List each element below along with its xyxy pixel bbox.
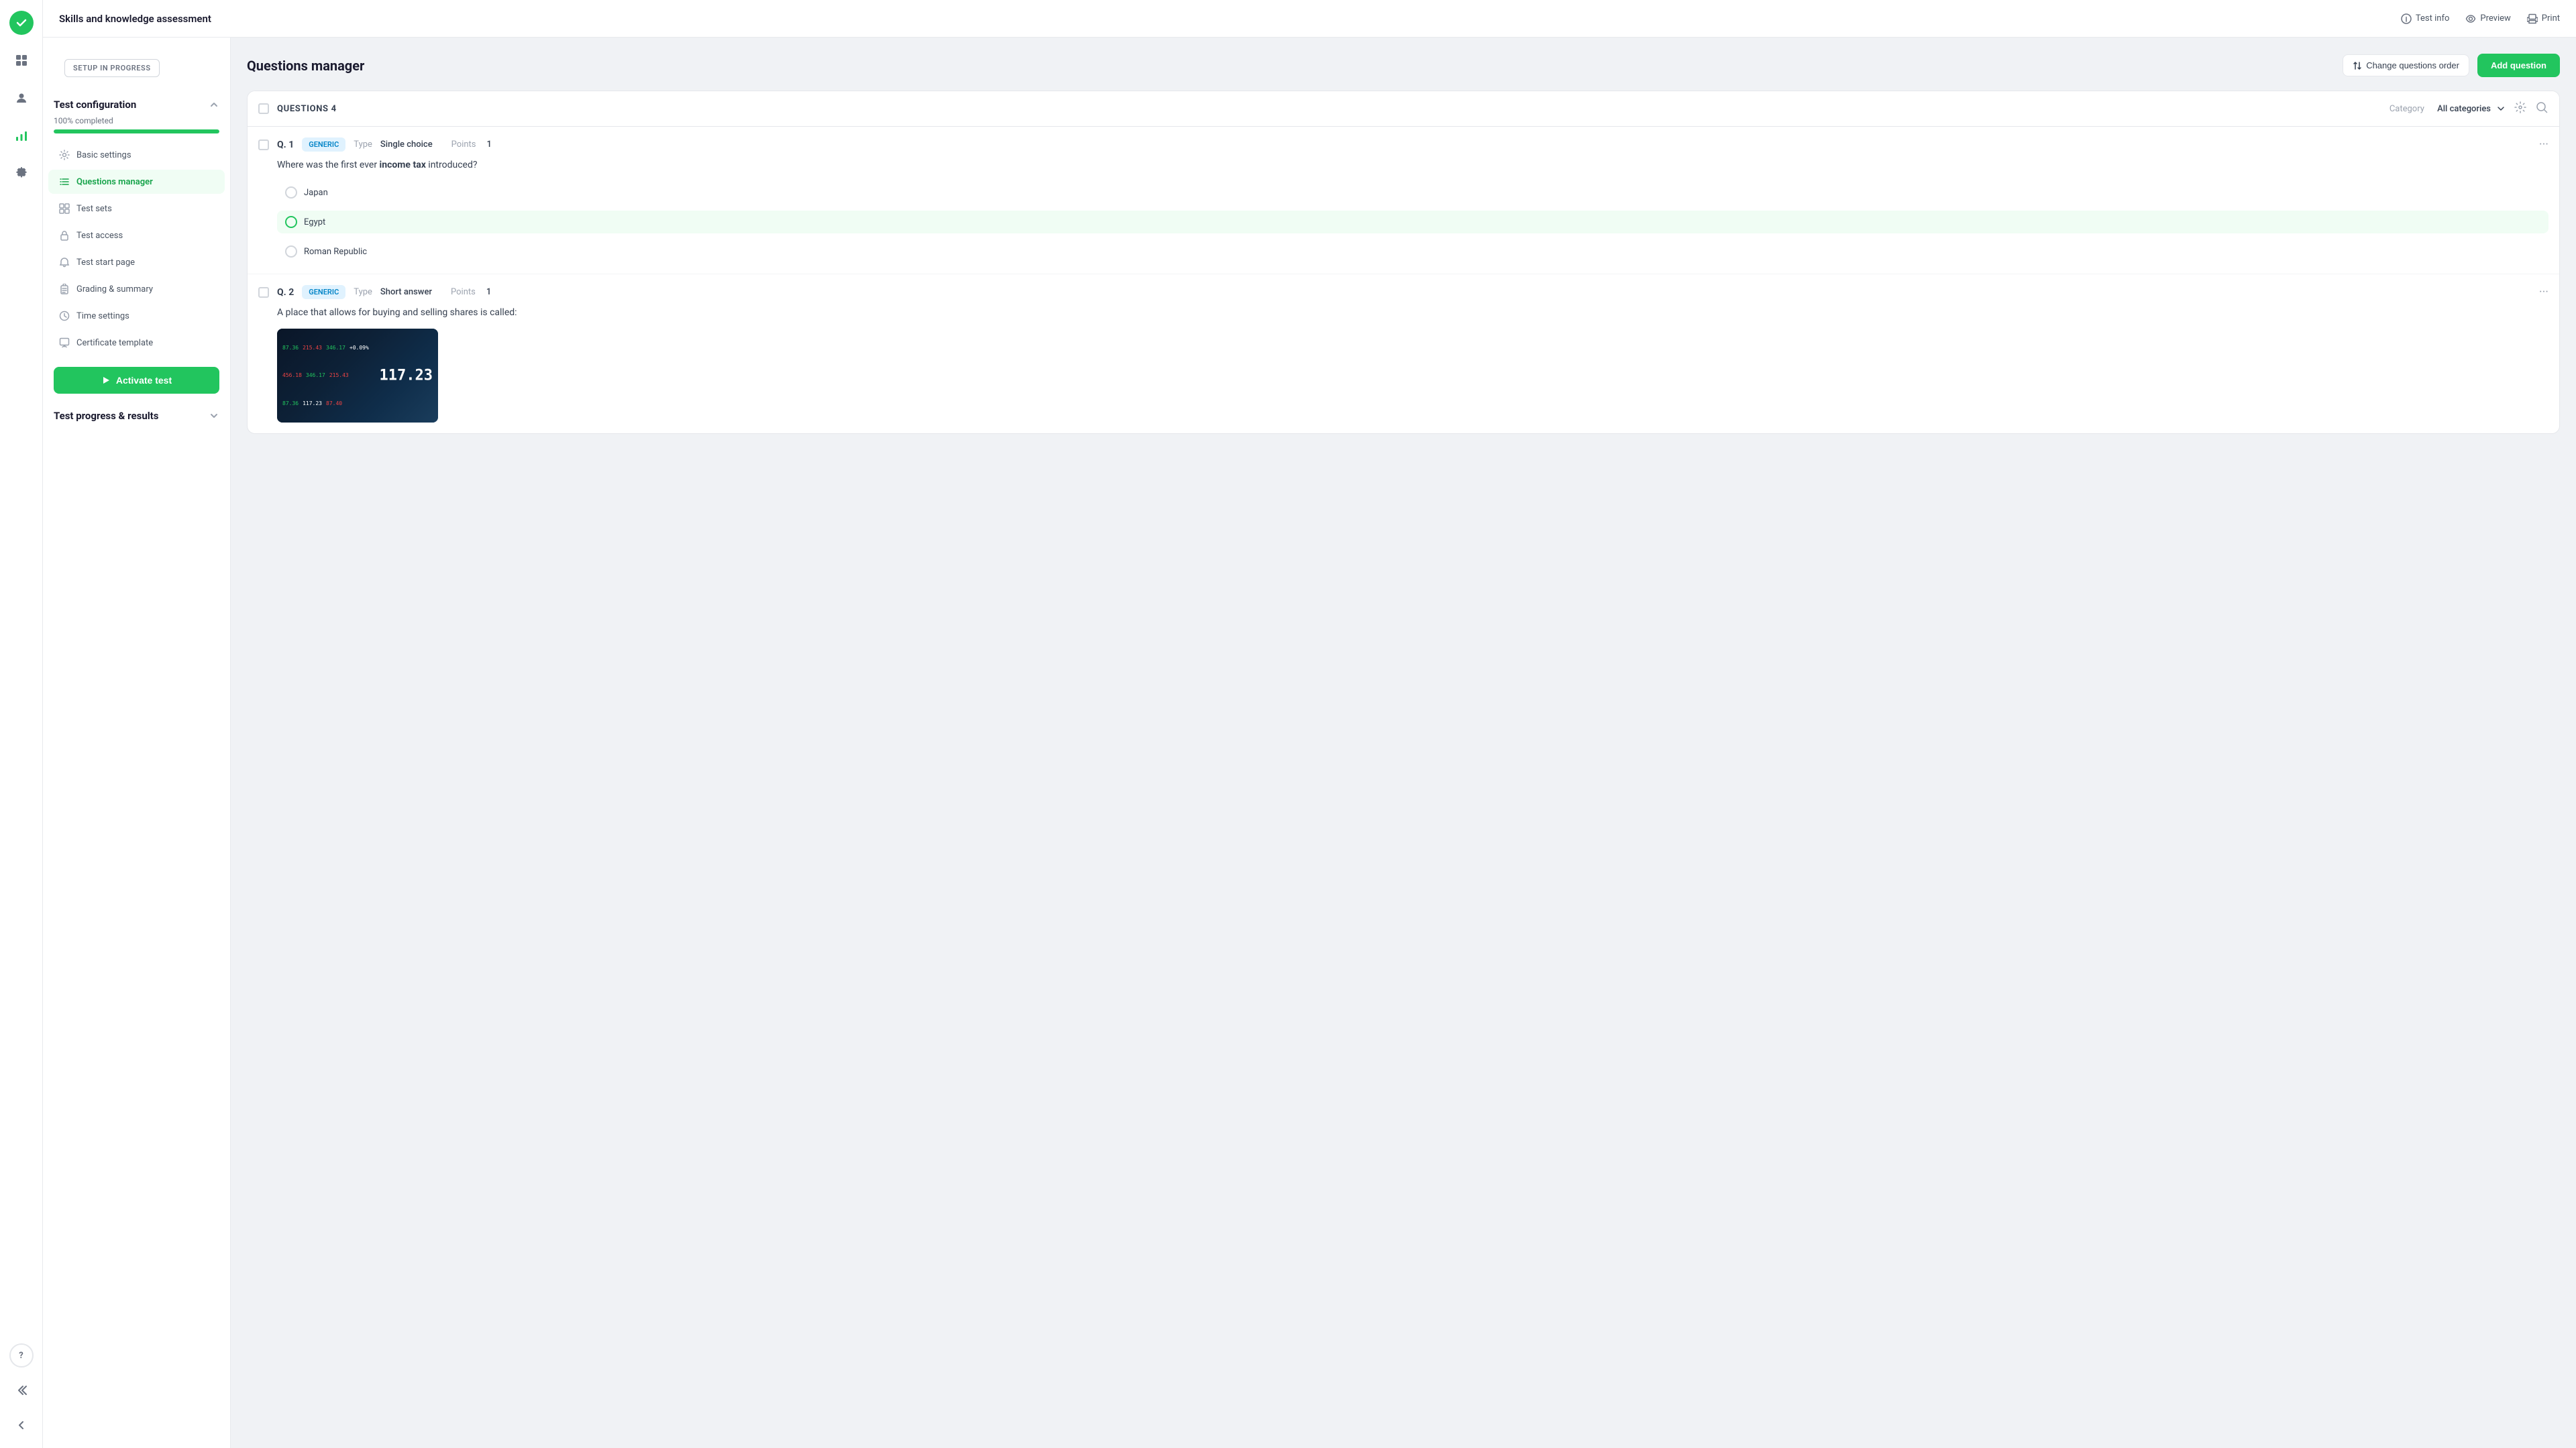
progress-label: 100% completed <box>54 116 219 125</box>
question-row-2: Q. 2 GENERIC Type Short answer Points 1 … <box>248 274 2559 433</box>
q2-text: A place that allows for buying and selli… <box>258 307 2548 318</box>
content-area: Questions manager Change questions order… <box>231 38 2576 1448</box>
nav-item-questions-manager[interactable]: Questions manager <box>48 170 225 194</box>
gear-icon <box>59 150 70 160</box>
page-title: Skills and knowledge assessment <box>59 13 2401 25</box>
q1-checkbox[interactable] <box>258 140 269 150</box>
questions-count: QUESTIONS 4 <box>277 104 2390 114</box>
q2-type-value: Short answer <box>380 287 432 297</box>
icon-sidebar: ? <box>0 0 43 1448</box>
nav-icon-collapse[interactable] <box>9 1413 34 1437</box>
nav-item-basic-settings[interactable]: Basic settings <box>48 143 225 167</box>
certificate-icon <box>59 337 70 348</box>
q1-number: Q. 1 <box>277 140 294 150</box>
nav-icon-help[interactable]: ? <box>9 1343 34 1368</box>
nav-icon-dashboard[interactable] <box>9 48 34 72</box>
activate-test-button[interactable]: Activate test <box>54 367 219 394</box>
q2-menu[interactable]: ··· <box>2539 285 2548 299</box>
q1-radio-egypt <box>285 216 297 228</box>
preview-button[interactable]: Preview <box>2465 13 2510 24</box>
q1-points-label: Points <box>451 140 476 150</box>
lock-icon <box>59 230 70 241</box>
q2-checkbox[interactable] <box>258 287 269 298</box>
nav-icon-analytics[interactable] <box>9 123 34 148</box>
q1-type-value: Single choice <box>380 140 433 150</box>
chevron-down-icon <box>209 410 219 421</box>
settings-icon[interactable] <box>2514 101 2527 117</box>
nav-item-test-start-page[interactable]: Test start page <box>48 250 225 274</box>
change-order-button[interactable]: Change questions order <box>2343 54 2469 76</box>
questions-header: Questions manager Change questions order… <box>247 54 2560 77</box>
printer-icon <box>2527 13 2538 24</box>
q2-points-label: Points <box>451 287 476 297</box>
q2-badge: GENERIC <box>302 285 345 299</box>
app-logo <box>9 11 34 35</box>
clock-icon <box>59 311 70 321</box>
eye-icon <box>2465 13 2476 24</box>
q1-menu[interactable]: ··· <box>2539 137 2548 152</box>
header-actions: Test info Preview Print <box>2401 13 2560 24</box>
q1-option-japan-text: Japan <box>304 188 328 198</box>
chevron-down-small-icon <box>2496 104 2506 113</box>
progress-bar <box>54 129 219 133</box>
q1-type-label: Type <box>354 140 372 150</box>
q1-option-roman[interactable]: Roman Republic <box>277 240 2548 263</box>
questions-header-right: Change questions order Add question <box>2343 54 2560 77</box>
q1-option-japan[interactable]: Japan <box>277 181 2548 204</box>
q1-option-egypt[interactable]: Egypt <box>277 211 2548 233</box>
config-section-title: Test configuration <box>43 93 230 113</box>
table-header-row: QUESTIONS 4 Category All categories <box>248 91 2559 127</box>
nav-item-grading-summary[interactable]: Grading & summary <box>48 277 225 301</box>
info-circle-icon <box>2401 13 2412 24</box>
progress-section: 100% completed <box>43 113 230 142</box>
add-question-button[interactable]: Add question <box>2477 54 2560 77</box>
q2-points-value: 1 <box>486 287 491 297</box>
table-actions: Category All categories <box>2390 101 2548 117</box>
q1-option-roman-text: Roman Republic <box>304 247 367 257</box>
stock-ticker: 87.36 215.43 346.17 +0.09% 456.18 346.17… <box>277 329 438 423</box>
clipboard-icon <box>59 284 70 294</box>
select-all-checkbox[interactable] <box>258 103 269 114</box>
bottom-icons: ? <box>9 1343 34 1437</box>
results-section[interactable]: Test progress & results <box>43 404 230 427</box>
bell-icon <box>59 257 70 268</box>
q1-option-egypt-text: Egypt <box>304 217 325 227</box>
top-header: Skills and knowledge assessment Test inf… <box>43 0 2576 38</box>
question-row-1: Q. 1 GENERIC Type Single choice Points 1… <box>248 127 2559 274</box>
nav-icon-settings[interactable] <box>9 161 34 185</box>
question-1-header: Q. 1 GENERIC Type Single choice Points 1… <box>258 137 2548 152</box>
main-layout: SETUP IN PROGRESS Test configuration 100… <box>43 38 2576 1448</box>
search-icon[interactable] <box>2535 101 2548 117</box>
big-stock-number: 117.23 <box>380 368 433 384</box>
q1-badge: GENERIC <box>302 137 345 152</box>
q1-text: Where was the first ever income tax intr… <box>258 160 2548 170</box>
q1-points-value: 1 <box>487 140 492 150</box>
q2-type-label: Type <box>354 287 372 297</box>
sort-icon <box>2353 61 2362 70</box>
nav-item-test-access[interactable]: Test access <box>48 223 225 247</box>
category-filter[interactable]: Category All categories <box>2390 104 2506 114</box>
grid-icon <box>59 203 70 214</box>
setup-badge: SETUP IN PROGRESS <box>64 59 160 77</box>
q2-number: Q. 2 <box>277 287 294 298</box>
chevron-up-icon <box>209 99 219 110</box>
nav-icon-back[interactable] <box>9 1378 34 1402</box>
nav-item-test-sets[interactable]: Test sets <box>48 197 225 221</box>
print-button[interactable]: Print <box>2527 13 2560 24</box>
nav-item-certificate-template[interactable]: Certificate template <box>48 331 225 355</box>
nav-item-time-settings[interactable]: Time settings <box>48 304 225 328</box>
list-ordered-icon <box>59 176 70 187</box>
questions-manager-title: Questions manager <box>247 58 364 74</box>
nav-icon-users[interactable] <box>9 86 34 110</box>
progress-fill <box>54 129 219 133</box>
question-2-header: Q. 2 GENERIC Type Short answer Points 1 … <box>258 285 2548 299</box>
config-sidebar: SETUP IN PROGRESS Test configuration 100… <box>43 38 231 1448</box>
q1-options: Japan Egypt Roman Republic <box>258 181 2548 263</box>
questions-table: QUESTIONS 4 Category All categories <box>247 91 2560 434</box>
q1-radio-japan <box>285 186 297 199</box>
q2-image: 87.36 215.43 346.17 +0.09% 456.18 346.17… <box>277 329 438 423</box>
play-icon <box>101 376 111 385</box>
test-info-button[interactable]: Test info <box>2401 13 2449 24</box>
q1-radio-roman <box>285 245 297 258</box>
